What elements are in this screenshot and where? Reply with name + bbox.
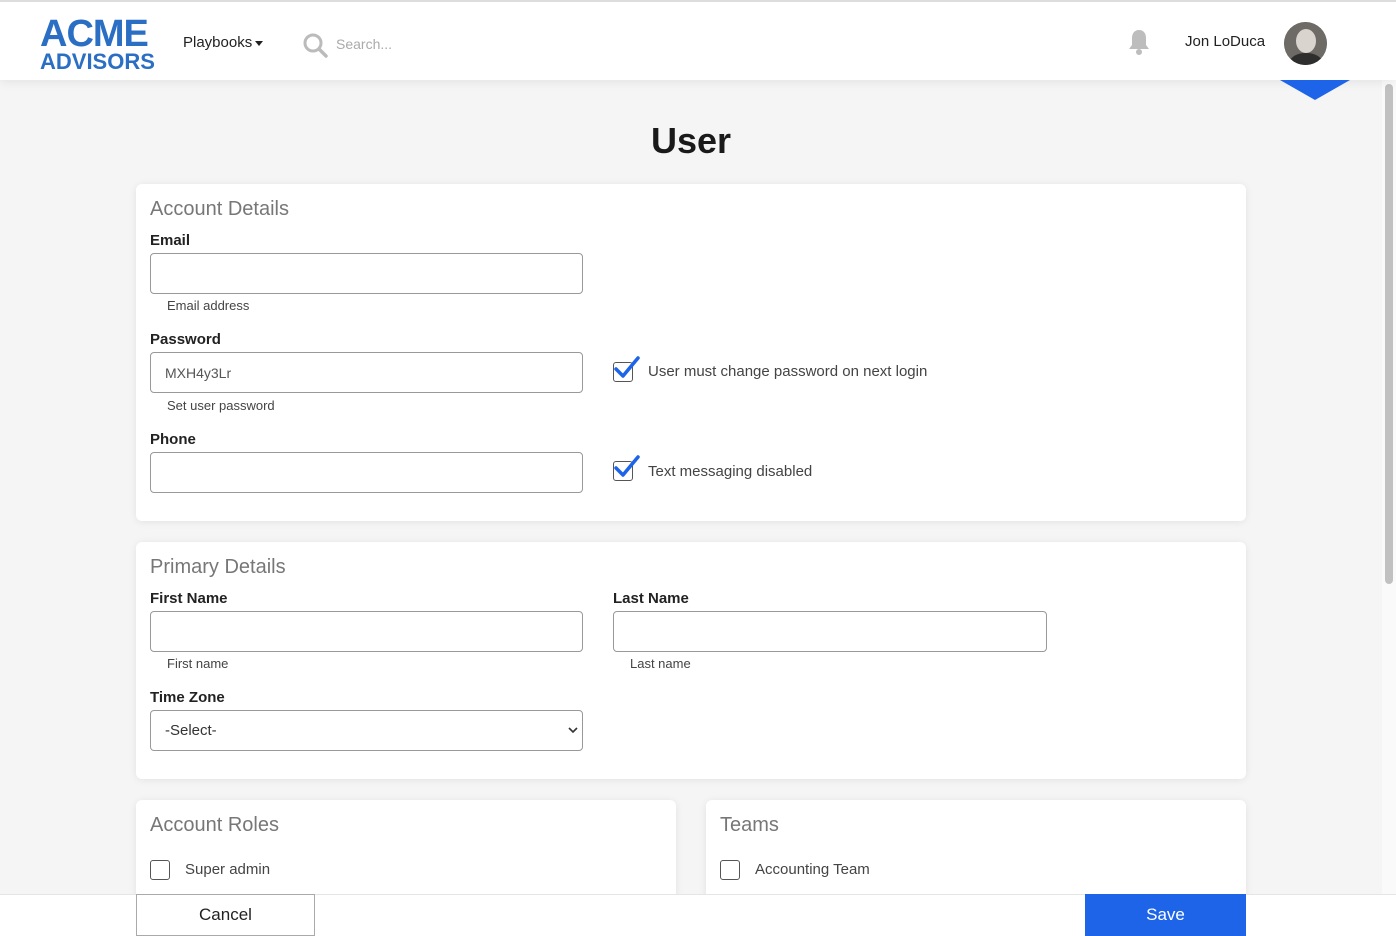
time-zone-value: -Select- (165, 722, 217, 739)
text-messaging-disabled-checkbox[interactable] (613, 455, 640, 481)
teams-title: Teams (720, 814, 779, 836)
acme-logo[interactable]: ACME ADVISORS (40, 13, 162, 74)
caret-down-icon (255, 40, 264, 46)
last-name-hint: Last name (630, 656, 691, 671)
time-zone-select[interactable]: -Select- (150, 710, 583, 751)
last-name-field[interactable] (613, 611, 1047, 652)
must-change-password-checkbox[interactable] (613, 356, 640, 382)
accounting-team-checkbox[interactable] (720, 860, 740, 880)
search-input[interactable] (336, 32, 636, 56)
email-label: Email (150, 232, 191, 249)
first-name-label: First Name (150, 590, 228, 607)
bell-icon[interactable] (1127, 28, 1151, 56)
last-name-label: Last Name (613, 590, 689, 607)
account-details-title: Account Details (150, 198, 289, 220)
accounting-team-label[interactable]: Accounting Team (755, 861, 870, 878)
cancel-button[interactable]: Cancel (136, 894, 315, 936)
password-hint: Set user password (167, 398, 275, 413)
playbooks-dropdown[interactable]: Playbooks (183, 34, 264, 51)
top-navbar: ACME ADVISORS Playbooks Jon LoDuca (0, 0, 1396, 80)
save-button[interactable]: Save (1085, 894, 1246, 936)
account-roles-title: Account Roles (150, 814, 279, 836)
super-admin-checkbox[interactable] (150, 860, 170, 880)
text-messaging-disabled-label[interactable]: Text messaging disabled (648, 463, 812, 480)
playbooks-label: Playbooks (183, 34, 253, 51)
email-field[interactable] (150, 253, 583, 294)
first-name-hint: First name (167, 656, 229, 671)
password-field[interactable] (150, 352, 583, 393)
search-icon[interactable] (302, 32, 328, 58)
must-change-password-label[interactable]: User must change password on next login (648, 363, 927, 380)
logo-line2: ADVISORS (40, 49, 155, 74)
avatar[interactable] (1284, 22, 1327, 65)
primary-details-title: Primary Details (150, 556, 286, 578)
phone-label: Phone (150, 431, 196, 448)
first-name-field[interactable] (150, 611, 583, 652)
phone-field[interactable] (150, 452, 583, 493)
account-details-card: Account Details Email Email address Pass… (136, 184, 1246, 521)
scrollbar-thumb[interactable] (1385, 84, 1393, 584)
time-zone-label: Time Zone (150, 689, 225, 706)
password-label: Password (150, 331, 221, 348)
checkmark-icon (614, 356, 640, 378)
user-name[interactable]: Jon LoDuca (1185, 33, 1265, 50)
email-hint: Email address (167, 298, 250, 313)
primary-details-card: Primary Details First Name First name La… (136, 542, 1246, 779)
page-title: User (650, 120, 732, 161)
super-admin-label[interactable]: Super admin (185, 861, 270, 878)
logo-line1: ACME (40, 13, 149, 55)
profile-menu-indicator[interactable] (1280, 80, 1350, 100)
chevron-down-icon (568, 727, 578, 734)
checkmark-icon (614, 455, 640, 477)
avatar-photo-icon (1284, 22, 1327, 65)
